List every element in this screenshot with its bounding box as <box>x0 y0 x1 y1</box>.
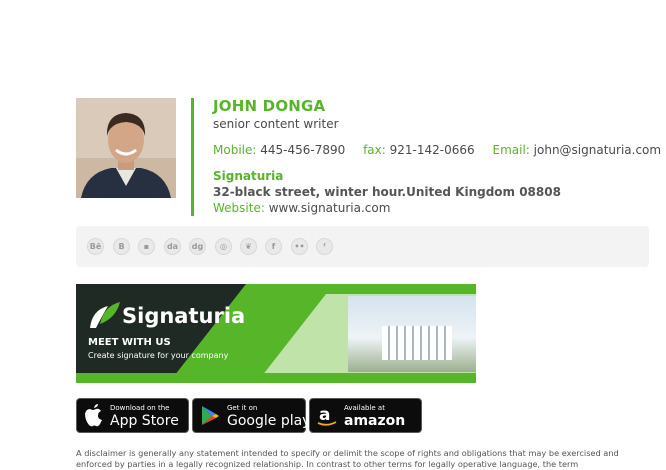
amazon-icon: a <box>317 405 337 426</box>
foursquare-icon[interactable]: ᶠ <box>316 238 333 255</box>
company-address: 32-black street, winter hour.United King… <box>213 185 561 199</box>
person-name: JOHN DONGA <box>213 97 326 115</box>
promo-banner[interactable]: Signaturia MEET WITH US Create signature… <box>76 284 476 383</box>
evernote-icon[interactable]: ❦ <box>240 238 257 255</box>
divider-bar <box>191 98 194 216</box>
banner-tagline: Create signature for your company <box>88 351 229 360</box>
banner-brand: Signaturia <box>122 304 246 328</box>
job-title: senior content writer <box>213 117 339 131</box>
blogger-icon[interactable]: B <box>113 238 130 255</box>
mobile-group: Mobile: 445-456-7890 <box>213 143 349 157</box>
apple-icon <box>85 404 102 427</box>
flickr-icon[interactable]: •• <box>291 238 308 255</box>
google-play-badge[interactable]: Get it on Google play <box>192 398 310 433</box>
behance-icon[interactable]: Bē <box>87 238 104 255</box>
email-group: Email: john@signaturia.com <box>492 143 661 157</box>
profile-photo <box>76 98 176 198</box>
signaturia-leaf-icon <box>90 302 120 328</box>
contact-line: Mobile: 445-456-7890 fax: 921-142-0666 E… <box>213 143 661 157</box>
company-name: Signaturia <box>213 169 284 183</box>
fax-group: fax: 921-142-0666 <box>363 143 478 157</box>
svg-text:a: a <box>319 405 330 425</box>
website-label: Website: <box>213 201 265 215</box>
website-line: Website: www.signaturia.com <box>213 201 390 215</box>
amazon-label: amazon <box>344 413 406 429</box>
banner-headline: MEET WITH US <box>88 337 171 348</box>
website-link[interactable]: www.signaturia.com <box>269 201 391 215</box>
building-photo <box>348 296 476 372</box>
google-play-small: Get it on <box>227 404 258 412</box>
app-store-badge[interactable]: Download on the App Store <box>76 398 189 433</box>
delicious-icon[interactable]: ▪ <box>138 238 155 255</box>
fax-value: 921-142-0666 <box>389 143 475 157</box>
email-link[interactable]: john@signaturia.com <box>534 143 661 157</box>
digg-icon[interactable]: dg <box>189 238 206 255</box>
dribbble-icon[interactable]: ◎ <box>215 238 232 255</box>
amazon-badge[interactable]: a Available at amazon <box>309 398 422 433</box>
deviantart-icon[interactable]: da <box>164 238 181 255</box>
mobile-label: Mobile: <box>213 143 257 157</box>
google-play-label: Google play <box>227 413 311 429</box>
social-icons-bar: Bē B ▪ da dg ◎ ❦ f •• ᶠ <box>76 226 649 267</box>
email-label: Email: <box>492 143 530 157</box>
mobile-value[interactable]: 445-456-7890 <box>260 143 345 157</box>
disclaimer-text: A disclaimer is generally any statement … <box>76 448 619 469</box>
banner-bottom-strip <box>76 373 476 383</box>
amazon-small: Available at <box>344 404 385 412</box>
facebook-icon[interactable]: f <box>265 238 282 255</box>
google-play-icon <box>202 406 219 425</box>
app-store-small: Download on the <box>110 404 170 412</box>
app-store-label: App Store <box>110 413 179 429</box>
fax-label: fax: <box>363 143 386 157</box>
